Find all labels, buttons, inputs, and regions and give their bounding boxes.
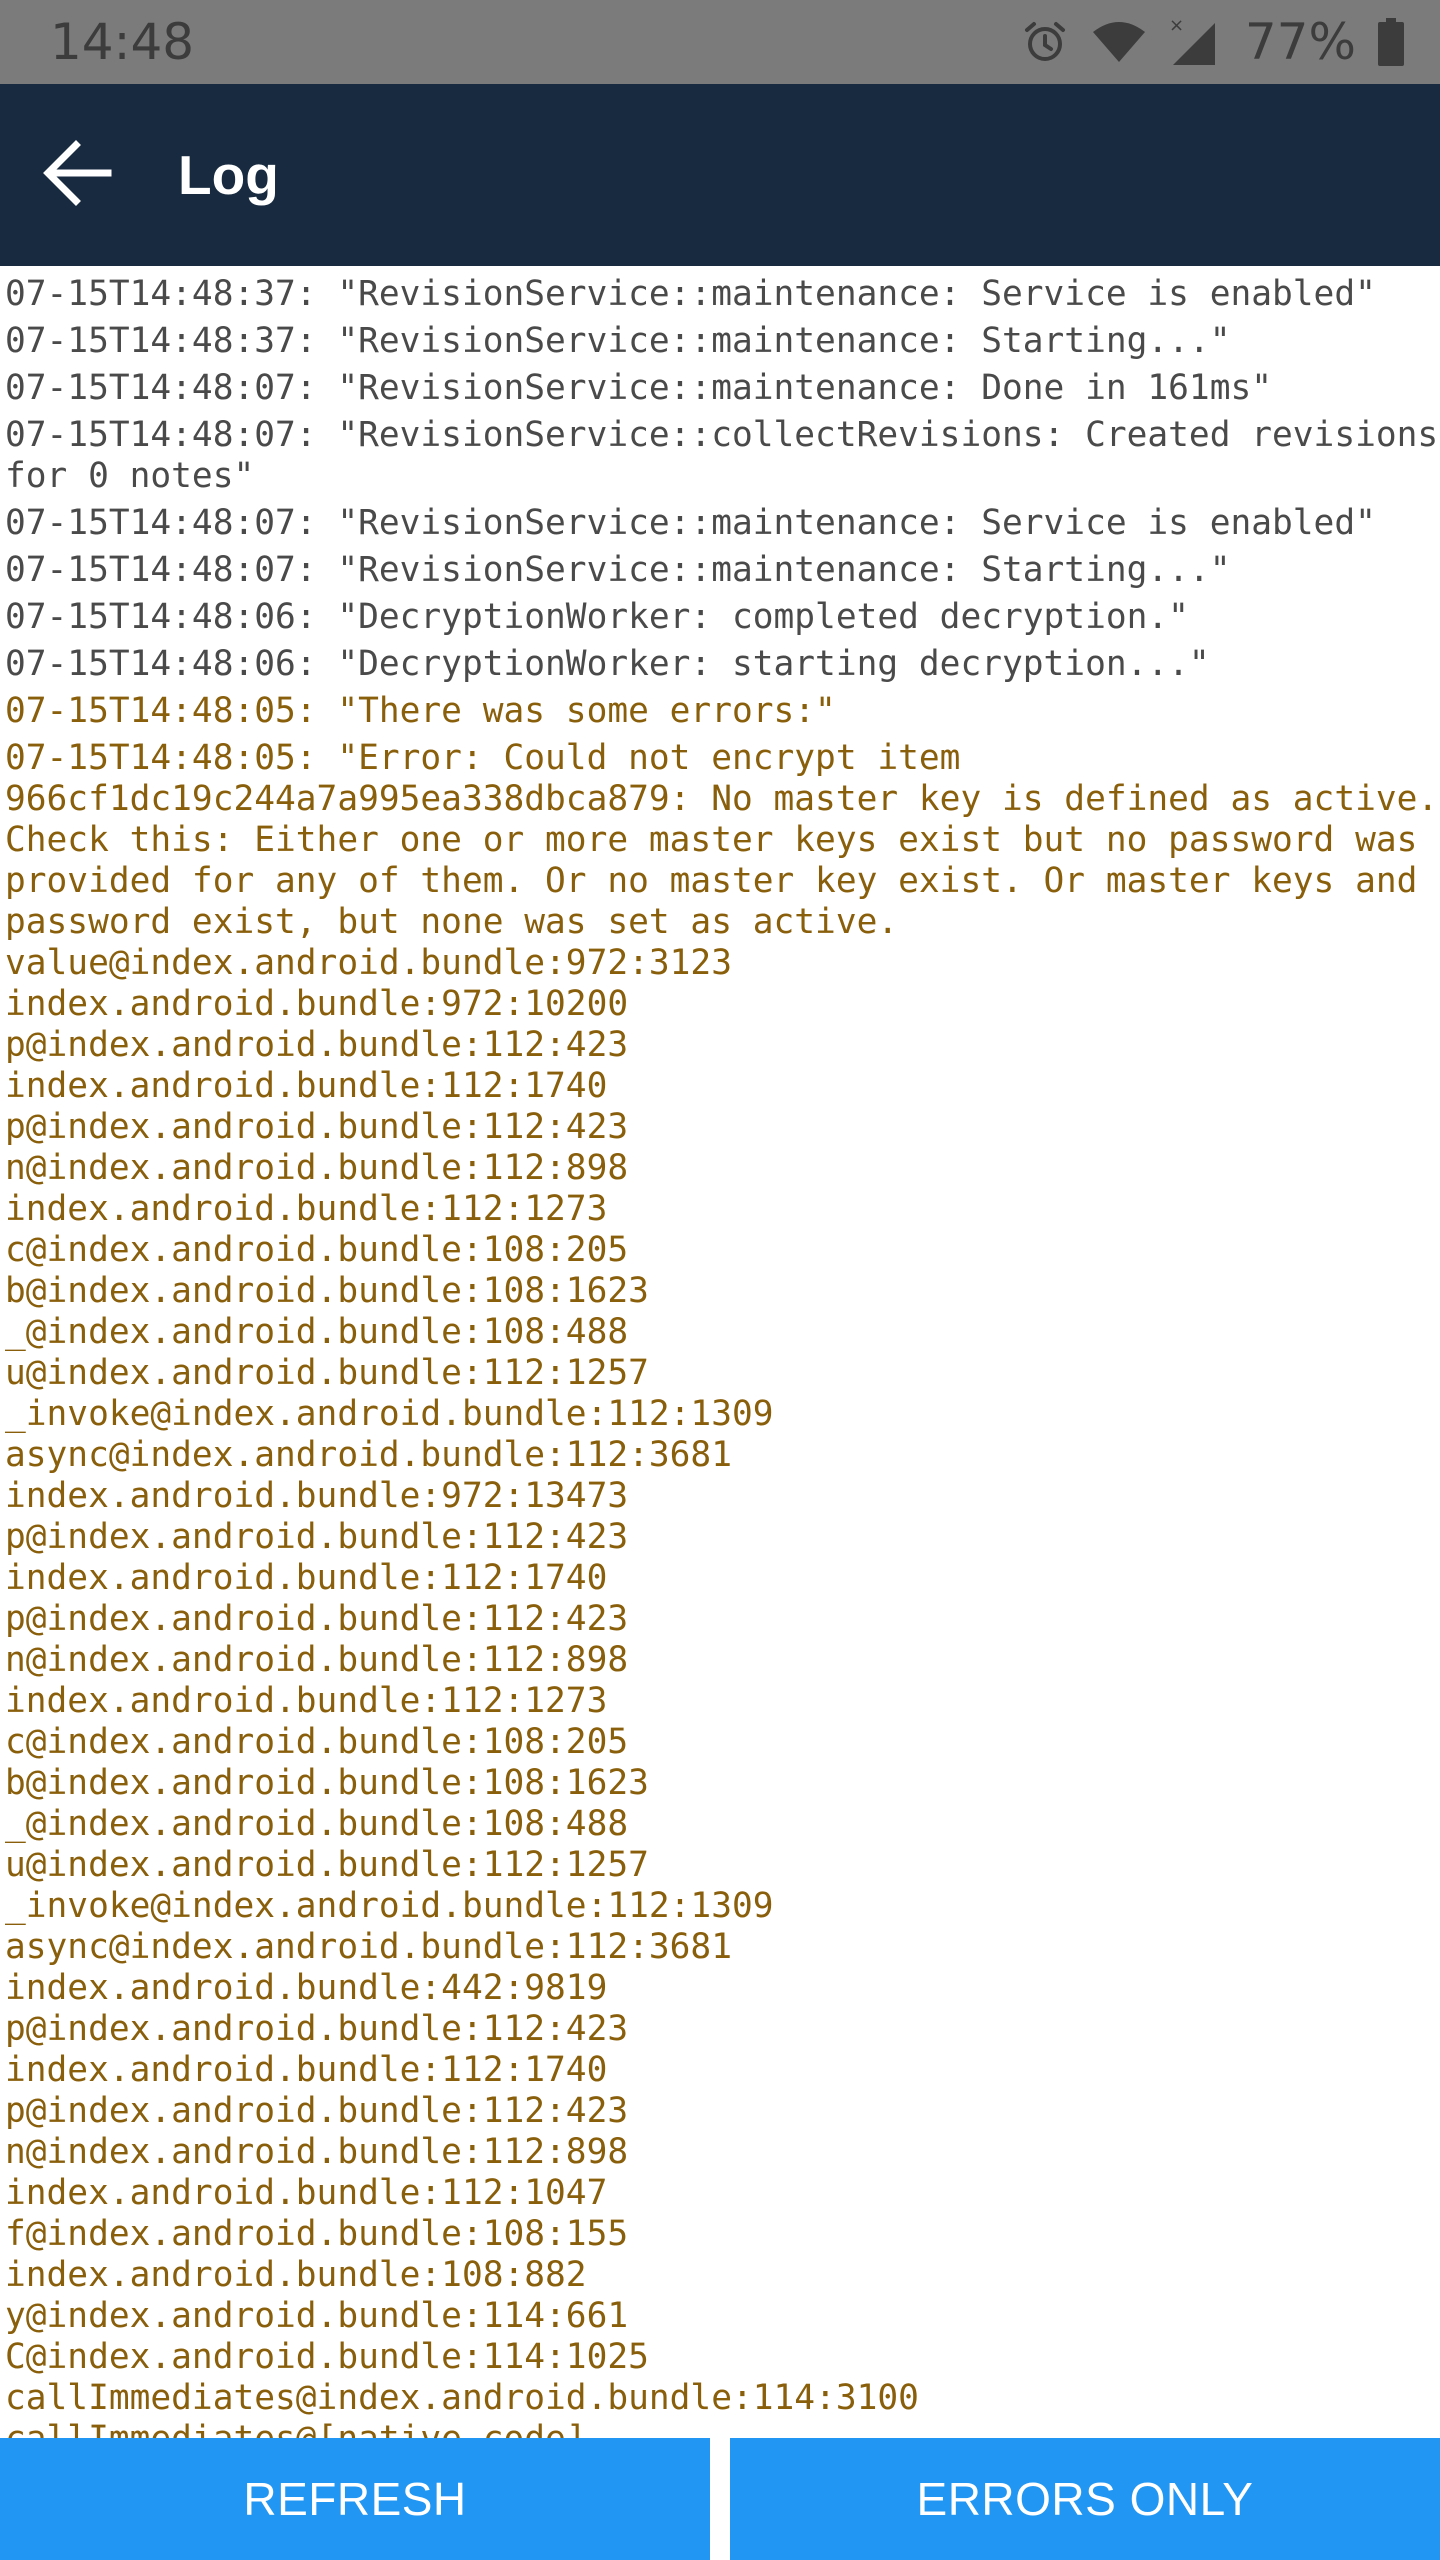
- footer-actions: REFRESH ERRORS ONLY: [0, 2438, 1440, 2560]
- log-entry-error: 07-15T14:48:05: "Error: Could not encryp…: [5, 738, 1439, 2438]
- log-entry: 07-15T14:48:37: "RevisionService::mainte…: [5, 274, 1376, 314]
- battery-percent: 77%: [1244, 13, 1356, 71]
- app-header: Log: [0, 84, 1440, 266]
- status-icons: × 77%: [1021, 12, 1404, 72]
- log-entry: 07-15T14:48:07: "RevisionService::collec…: [5, 415, 1439, 496]
- cellular-no-data-icon: ×: [1169, 17, 1223, 67]
- status-bar: 14:48 × 77%: [0, 0, 1440, 84]
- errors-only-button[interactable]: ERRORS ONLY: [730, 2438, 1440, 2560]
- back-button[interactable]: [26, 125, 126, 225]
- battery-icon: [1378, 18, 1404, 66]
- log-entry: 07-15T14:48:07: "RevisionService::mainte…: [5, 550, 1231, 590]
- alarm-icon: [1021, 18, 1069, 66]
- log-entry: 07-15T14:48:06: "DecryptionWorker: compl…: [5, 597, 1189, 637]
- refresh-button[interactable]: REFRESH: [0, 2438, 710, 2560]
- log-entry: 07-15T14:48:07: "RevisionService::mainte…: [5, 503, 1376, 543]
- log-entry-error: 07-15T14:48:05: "There was some errors:": [5, 691, 836, 731]
- arrow-back-icon: [40, 137, 112, 213]
- log-entry: 07-15T14:48:37: "RevisionService::mainte…: [5, 321, 1231, 361]
- wifi-icon: [1091, 20, 1147, 64]
- svg-text:×: ×: [1169, 17, 1184, 36]
- log-entry: 07-15T14:48:06: "DecryptionWorker: start…: [5, 644, 1210, 684]
- page-title: Log: [178, 144, 279, 206]
- status-time: 14:48: [50, 13, 195, 71]
- log-entry: 07-15T14:48:07: "RevisionService::mainte…: [5, 368, 1273, 408]
- log-list[interactable]: 07-15T14:48:37: "RevisionService::mainte…: [0, 266, 1440, 2438]
